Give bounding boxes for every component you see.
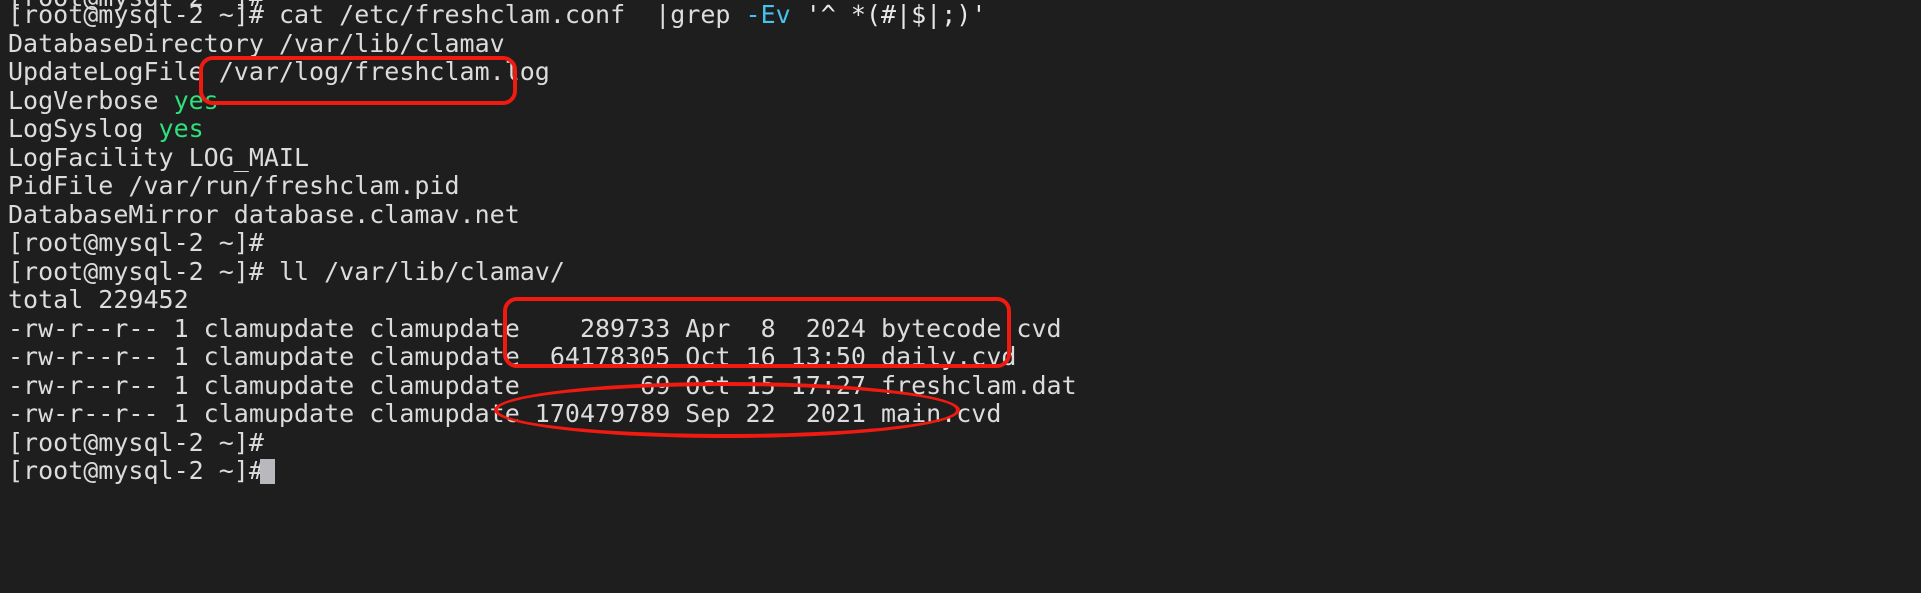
terminal-line-4-log-verbose: LogVerbose yes — [8, 85, 219, 116]
terminal-line-17-active-prompt[interactable]: [root@mysql-2 ~]# — [8, 456, 279, 486]
terminal-line-11-total: total 229452 — [8, 285, 189, 315]
listing-total: total 229452 — [8, 285, 189, 314]
shell-prompt: [root@mysql-2 ~]# — [8, 456, 279, 485]
listing-row-bytecode: -rw-r--r-- 1 clamupdate clamupdate 28973… — [8, 313, 1062, 343]
shell-prompt: [root@mysql-2 ~]# — [8, 0, 279, 29]
terminal-cursor — [260, 459, 275, 484]
config-line-text: PidFile /var/run/freshclam.pid — [8, 171, 460, 200]
table-row: -rw-r--r-- 1 clamupdate clamupdate 64178… — [8, 342, 1017, 372]
table-row: -rw-r--r-- 1 clamupdate clamupdate 28973… — [8, 313, 1062, 344]
terminal-line-5-log-syslog: LogSyslog yes — [8, 114, 204, 144]
config-key: UpdateLogFile — [8, 57, 219, 86]
command-quoted-pattern: '^ *(#|$|;)' — [805, 0, 987, 29]
shell-prompt: [root@mysql-2 ~]# — [8, 256, 279, 286]
terminal-line-7-pid-file: PidFile /var/run/freshclam.pid — [8, 171, 460, 201]
config-line-text: LogFacility LOG_MAIL — [8, 142, 310, 172]
shell-prompt: [root@mysql-2 ~]# — [8, 228, 264, 257]
config-value-log-verbose: yes — [173, 85, 219, 115]
listing-row-main: -rw-r--r-- 1 clamupdate clamupdate 17047… — [8, 399, 1002, 428]
config-key: LogVerbose — [8, 85, 174, 115]
shell-prompt: [root@mysql-2 ~]# — [8, 427, 264, 457]
table-row: -rw-r--r-- 1 clamupdate clamupdate 17047… — [8, 399, 1002, 429]
listing-row-daily: -rw-r--r-- 1 clamupdate clamupdate 64178… — [8, 342, 1017, 371]
terminal-window[interactable]: [root@mysql-2 ~]# [root@mysql-2 ~]# cat … — [0, 0, 1921, 593]
terminal-line-8-database-mirror: DatabaseMirror database.clamav.net — [8, 199, 520, 230]
command-text: cat /etc/freshclam.conf |grep — [278, 0, 746, 29]
config-key: LogSyslog — [8, 114, 159, 143]
terminal-line-10-command-ll: [root@mysql-2 ~]# ll /var/lib/clamav/ — [8, 256, 565, 287]
terminal-line-6-log-facility: LogFacility LOG_MAIL — [8, 142, 310, 173]
terminal-line-1-command: [root@mysql-2 ~]# cat /etc/freshclam.con… — [8, 0, 987, 30]
terminal-line-3-update-log-file: UpdateLogFile /var/log/freshclam.log — [8, 57, 550, 87]
command-text: ll /var/lib/clamav/ — [278, 256, 565, 286]
terminal-line-2-database-directory: DatabaseDirectory /var/lib/clamav — [8, 28, 505, 59]
table-row: -rw-r--r-- 1 clamupdate clamupdate 69 Oc… — [8, 370, 1077, 401]
command-space — [791, 0, 806, 29]
config-line-text: DatabaseMirror database.clamav.net — [8, 199, 520, 229]
command-flag: -Ev — [745, 0, 791, 29]
config-line-text: DatabaseDirectory /var/lib/clamav — [8, 28, 505, 58]
config-value-log-syslog: yes — [158, 114, 204, 143]
terminal-line-9-prompt: [root@mysql-2 ~]# — [8, 228, 264, 258]
terminal-screen[interactable]: [root@mysql-2 ~]# [root@mysql-2 ~]# cat … — [0, 0, 1921, 593]
config-value-update-log-file: /var/log/freshclam.log — [218, 57, 550, 86]
listing-row-freshclam-dat: -rw-r--r-- 1 clamupdate clamupdate 69 Oc… — [8, 370, 1077, 400]
terminal-line-16-prompt: [root@mysql-2 ~]# — [8, 427, 264, 458]
